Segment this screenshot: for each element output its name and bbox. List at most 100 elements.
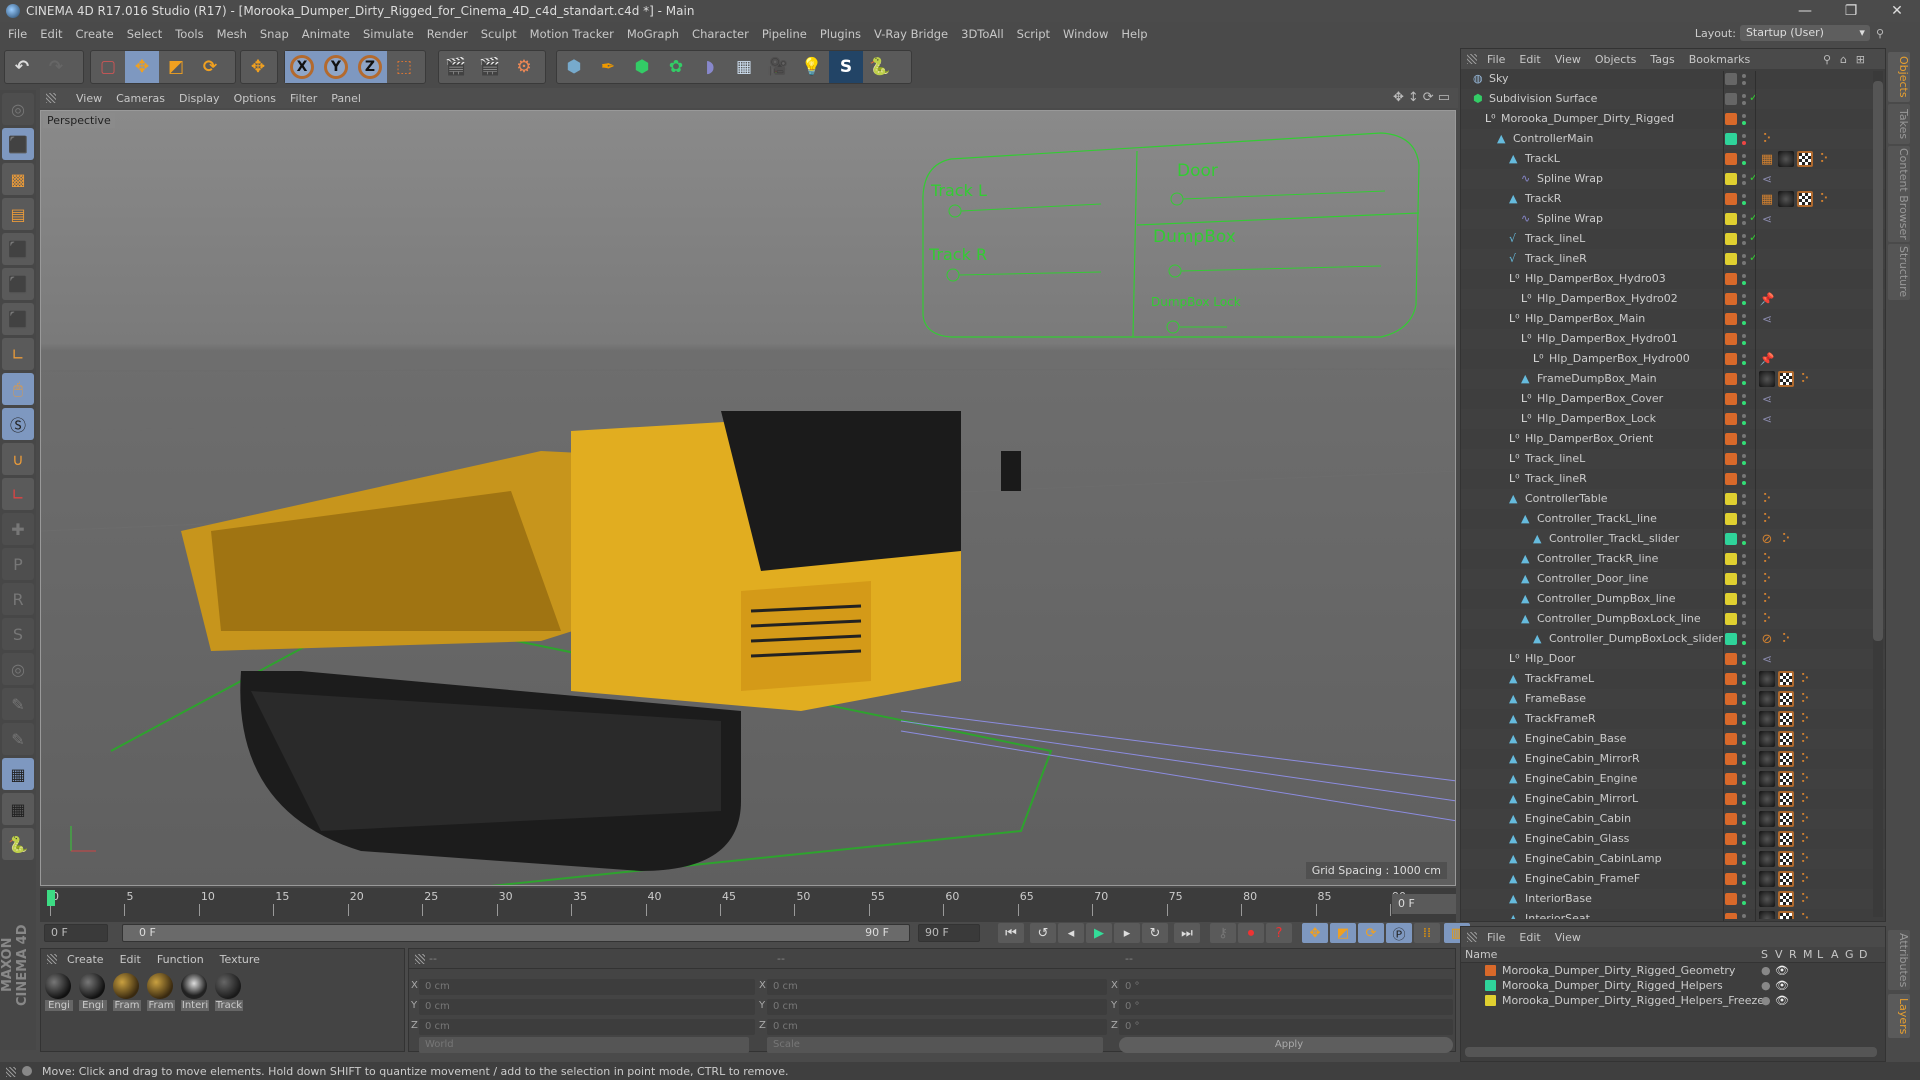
next-frame-button[interactable]: ▸ <box>1114 923 1140 943</box>
layer-color-swatch[interactable] <box>1725 653 1737 665</box>
layer-color-swatch[interactable] <box>1725 413 1737 425</box>
editor-visibility-dot[interactable] <box>1742 134 1746 138</box>
objects-menu-edit[interactable]: Edit <box>1519 53 1540 66</box>
mat-tag-icon[interactable] <box>1759 751 1775 767</box>
layer-color-swatch[interactable] <box>1725 893 1737 905</box>
mat-tag-icon[interactable] <box>1759 891 1775 907</box>
layer-horizontal-scrollbar[interactable] <box>1465 1047 1877 1057</box>
tex-tag-icon[interactable] <box>1778 911 1794 919</box>
object-row[interactable]: ▲ InteriorBase ⠕ <box>1461 889 1885 909</box>
ik-tag-icon[interactable]: ⠕ <box>1759 611 1775 627</box>
go-to-start-button[interactable]: ⏮ <box>998 923 1024 943</box>
column-solo[interactable]: S <box>1761 948 1768 961</box>
recent-tool-icon[interactable]: ✥ <box>241 51 275 83</box>
object-row[interactable]: ▲ EngineCabin_Base ⠕ <box>1461 729 1885 749</box>
rotation-z-field[interactable]: 0 ° <box>1119 1019 1453 1035</box>
viewport-menu-cameras[interactable]: Cameras <box>116 92 165 105</box>
ik-tag-icon[interactable]: ⠕ <box>1797 671 1813 687</box>
tab-takes[interactable]: Takes <box>1888 104 1910 144</box>
object-row[interactable]: L⁰ Hlp_DamperBox_Hydro02 📌 <box>1461 289 1885 309</box>
camera-icon[interactable]: 🎥 <box>761 51 795 83</box>
object-row[interactable]: ▲ TrackR ▦ ⠕ <box>1461 189 1885 209</box>
layer-color-swatch[interactable] <box>1725 113 1737 125</box>
tex-tag-icon[interactable] <box>1778 891 1794 907</box>
object-name[interactable]: FrameDumpBox_Main <box>1537 372 1657 385</box>
play-button[interactable]: ▶ <box>1086 923 1112 943</box>
undo-button[interactable]: ↶ <box>5 51 39 83</box>
key-parameter-toggle[interactable]: Ⓟ <box>1386 923 1412 943</box>
object-row[interactable]: ▲ EngineCabin_Glass ⠕ <box>1461 829 1885 849</box>
layer-color-swatch[interactable] <box>1725 873 1737 885</box>
scrollbar-thumb[interactable] <box>1873 81 1883 641</box>
ik-tag-icon[interactable]: ⠕ <box>1759 131 1775 147</box>
layer-row[interactable]: Morooka_Dumper_Dirty_Rigged_Helpers_Free… <box>1461 993 1885 1008</box>
object-name[interactable]: Subdivision Surface <box>1489 92 1597 105</box>
3d-viewport[interactable]: Perspective Track L Track R Door DumpBox… <box>40 110 1456 886</box>
objects-menu-file[interactable]: File <box>1487 53 1505 66</box>
panel-grip-icon[interactable] <box>1467 54 1477 64</box>
light-icon[interactable]: 💡 <box>795 51 829 83</box>
panel-grip-icon[interactable] <box>47 954 57 964</box>
panel-grip-icon[interactable] <box>415 954 425 964</box>
object-row[interactable]: ▲ EngineCabin_MirrorL ⠕ <box>1461 789 1885 809</box>
menu-edit[interactable]: Edit <box>40 27 62 41</box>
object-row[interactable]: ⬢ Subdivision Surface ✓ <box>1461 89 1885 109</box>
search-icon[interactable]: ⚲ <box>1823 53 1831 66</box>
layer-color-swatch[interactable] <box>1725 353 1737 365</box>
column-deformers[interactable]: D <box>1859 948 1867 961</box>
object-name[interactable]: EngineCabin_Cabin <box>1525 812 1631 825</box>
key-point-icon[interactable]: ✎ <box>2 723 34 755</box>
layer-color-swatch[interactable] <box>1725 533 1737 545</box>
render-visibility-dot[interactable] <box>1742 261 1746 265</box>
go-to-end-button[interactable]: ⏭ <box>1174 923 1200 943</box>
mat-tag-icon[interactable] <box>1759 811 1775 827</box>
render-visibility-dot[interactable] <box>1742 901 1746 905</box>
editor-visibility-dot[interactable] <box>1742 214 1746 218</box>
menu-tools[interactable]: Tools <box>175 27 203 41</box>
object-name[interactable]: ControllerTable <box>1525 492 1608 505</box>
tab-structure[interactable]: Structure <box>1888 244 1910 300</box>
editor-visibility-dot[interactable] <box>1742 694 1746 698</box>
tex-tag-icon[interactable] <box>1778 691 1794 707</box>
editor-visibility-dot[interactable] <box>1742 114 1746 118</box>
layer-color-swatch[interactable] <box>1725 253 1737 265</box>
xp-tag-icon[interactable]: ⋖ <box>1759 411 1775 427</box>
object-row[interactable]: ▲ EngineCabin_MirrorR ⠕ <box>1461 749 1885 769</box>
model-mode-icon[interactable]: ⬛ <box>2 128 34 160</box>
object-row[interactable]: L⁰ Hlp_DamperBox_Orient <box>1461 429 1885 449</box>
render-visibility-dot[interactable] <box>1742 581 1746 585</box>
object-row[interactable]: ▲ EngineCabin_Engine ⠕ <box>1461 769 1885 789</box>
tex-tag-icon[interactable] <box>1778 671 1794 687</box>
object-name[interactable]: Track_lineR <box>1525 472 1587 485</box>
column-manager[interactable]: M <box>1803 948 1813 961</box>
object-name[interactable]: Hlp_DamperBox_Cover <box>1537 392 1663 405</box>
layer-color-swatch[interactable] <box>1725 773 1737 785</box>
ik-tag-icon[interactable]: ⠕ <box>1759 511 1775 527</box>
tex-tag-icon[interactable] <box>1797 191 1813 207</box>
object-name[interactable]: Controller_TrackL_line <box>1537 512 1657 525</box>
editor-visibility-dot[interactable] <box>1742 74 1746 78</box>
object-row[interactable]: ▲ Controller_Door_line ⠕ <box>1461 569 1885 589</box>
layer-row[interactable]: Morooka_Dumper_Dirty_Rigged_Geometry ● 👁 <box>1461 963 1885 978</box>
layer-color-swatch[interactable] <box>1725 273 1737 285</box>
object-row[interactable]: L⁰ Morooka_Dumper_Dirty_Rigged <box>1461 109 1885 129</box>
tex-tag-icon[interactable] <box>1778 371 1794 387</box>
record-key-button[interactable]: ⚷ <box>1210 923 1236 943</box>
solo-toggle-icon[interactable]: ● <box>1761 979 1771 992</box>
workplane-icon[interactable]: ◎ <box>2 93 34 125</box>
column-generators[interactable]: G <box>1845 948 1854 961</box>
material-swatch[interactable]: Interi <box>181 973 209 1011</box>
tex-tag-icon[interactable] <box>1778 791 1794 807</box>
prot-tag-icon[interactable]: ⊘ <box>1759 531 1775 547</box>
mat-tag-icon[interactable] <box>1759 791 1775 807</box>
object-name[interactable]: Controller_TrackR_line <box>1537 552 1658 565</box>
render-picture-viewer-icon[interactable]: 🎬 <box>473 51 507 83</box>
render-visibility-dot[interactable] <box>1742 461 1746 465</box>
render-visibility-dot[interactable] <box>1742 441 1746 445</box>
menu-file[interactable]: File <box>8 27 27 41</box>
tex-tag-icon[interactable] <box>1778 751 1794 767</box>
menu-sculpt[interactable]: Sculpt <box>481 27 517 41</box>
ik-tag-icon[interactable]: ⠕ <box>1759 551 1775 567</box>
editor-visibility-dot[interactable] <box>1742 814 1746 818</box>
menu-motion-tracker[interactable]: Motion Tracker <box>530 27 614 41</box>
